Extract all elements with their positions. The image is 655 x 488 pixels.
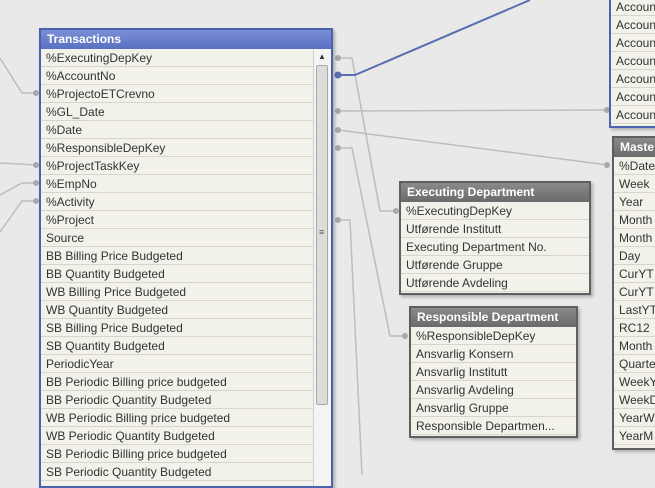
link-dot-active <box>334 71 342 79</box>
link-line <box>337 129 609 166</box>
field-row[interactable]: Accoun <box>611 34 655 52</box>
field-row[interactable]: BB Periodic Quantity Budgeted <box>41 391 314 409</box>
field-row[interactable]: Utførende Avdeling <box>401 274 589 292</box>
link-dot <box>402 333 408 339</box>
field-row[interactable]: Source <box>41 229 314 247</box>
field-row[interactable]: Accoun <box>611 0 655 16</box>
link-line-active <box>338 0 531 76</box>
field-row[interactable]: Executing Department No. <box>401 238 589 256</box>
link-line <box>338 219 363 475</box>
field-row[interactable]: SB Periodic Quantity Budgeted <box>41 463 314 481</box>
link-dot <box>335 217 341 223</box>
scroll-up-arrow-icon[interactable]: ▲ <box>314 49 330 65</box>
table-title[interactable]: Executing Department <box>401 183 589 202</box>
table-title[interactable]: Responsible Department <box>411 308 576 327</box>
field-row[interactable]: WeekY <box>614 373 655 391</box>
field-row[interactable]: CurYT <box>614 283 655 301</box>
master-calendar-table[interactable]: Maste %Date Week Year Month Month Day CurYT Cur… <box>612 136 655 450</box>
field-row[interactable]: YearM <box>614 427 655 445</box>
table-title[interactable]: Transactions <box>41 30 331 49</box>
field-row[interactable]: WB Periodic Quantity Budgeted <box>41 427 314 445</box>
field-row[interactable]: Month <box>614 337 655 355</box>
field-row[interactable]: YearW <box>614 409 655 427</box>
field-row[interactable]: %ResponsibleDepKey <box>411 327 576 345</box>
field-row[interactable]: Accoun <box>611 70 655 88</box>
table-title[interactable]: Maste <box>614 138 655 157</box>
link-line <box>338 147 406 337</box>
field-row[interactable]: Accoun <box>611 88 655 106</box>
account-table[interactable]: Accoun Accoun Accoun Accoun Accoun Accoun Acco… <box>609 0 655 128</box>
link-dot <box>335 127 341 133</box>
field-row[interactable]: %ProjectTaskKey <box>41 157 314 175</box>
responsible-department-table[interactable]: Responsible Department %ResponsibleDepKe… <box>409 306 578 438</box>
field-row[interactable]: Month <box>614 229 655 247</box>
field-list: %ExecutingDepKey %AccountNo %ProjectoETCre… <box>41 49 314 481</box>
transactions-table[interactable]: Transactions %ExecutingDepKey %AccountNo%… <box>39 28 333 488</box>
field-row[interactable]: SB Billing Price Budgeted <box>41 319 314 337</box>
field-row[interactable]: LastYT <box>614 301 655 319</box>
field-row[interactable]: SB Periodic Billing price budgeted <box>41 445 314 463</box>
field-row[interactable]: Ansvarlig Gruppe <box>411 399 576 417</box>
link-dot <box>335 108 341 114</box>
field-row[interactable]: Quarte <box>614 355 655 373</box>
field-list: Accoun Accoun Accoun Accoun Accoun Accoun Acco… <box>611 0 655 124</box>
link-line <box>337 109 609 112</box>
field-row[interactable]: %ProjectoETCrevno <box>41 85 314 103</box>
field-row[interactable]: %GL_Date <box>41 103 314 121</box>
executing-department-table[interactable]: Executing Department %ExecutingDepKey Utf… <box>399 181 591 295</box>
field-row[interactable]: WB Periodic Billing price budgeted <box>41 409 314 427</box>
field-row[interactable]: CurYT <box>614 265 655 283</box>
link-line <box>0 200 38 233</box>
field-row[interactable]: %Date <box>614 157 655 175</box>
field-row[interactable]: Accoun <box>611 52 655 70</box>
field-row[interactable]: Week <box>614 175 655 193</box>
field-row[interactable]: Accoun <box>611 106 655 124</box>
link-dot <box>335 145 341 151</box>
vertical-scrollbar[interactable]: ▲ ≡ <box>313 49 331 486</box>
field-row[interactable]: %Project <box>41 211 314 229</box>
field-row[interactable]: %ResponsibleDepKey <box>41 139 314 157</box>
field-list: %ExecutingDepKey Utførende Institutt Execu… <box>401 202 589 292</box>
field-row[interactable]: Ansvarlig Konsern <box>411 345 576 363</box>
grip-icon: ≡ <box>319 227 325 237</box>
link-dot <box>604 162 610 168</box>
field-row[interactable]: Accoun <box>611 16 655 34</box>
field-row[interactable]: %EmpNo <box>41 175 314 193</box>
field-row[interactable]: Responsible Departmen... <box>411 417 576 435</box>
field-row[interactable]: WB Billing Price Budgeted <box>41 283 314 301</box>
field-row[interactable]: %Date <box>41 121 314 139</box>
field-row[interactable]: %ExecutingDepKey <box>401 202 589 220</box>
scroll-thumb[interactable]: ≡ <box>316 65 328 405</box>
field-row[interactable]: SB Quantity Budgeted <box>41 337 314 355</box>
link-dot <box>335 55 341 61</box>
field-row[interactable]: PeriodicYear <box>41 355 314 373</box>
field-row[interactable]: Month <box>614 211 655 229</box>
field-row[interactable]: Utførende Institutt <box>401 220 589 238</box>
link-line <box>0 162 39 166</box>
field-row[interactable]: BB Billing Price Budgeted <box>41 247 314 265</box>
field-row[interactable]: %ExecutingDepKey <box>41 49 314 67</box>
field-row[interactable]: Year <box>614 193 655 211</box>
field-row[interactable]: %Activity <box>41 193 314 211</box>
field-row[interactable]: WeekD <box>614 391 655 409</box>
field-list: %Date Week Year Month Month Day CurYT CurYT Last… <box>614 157 655 445</box>
field-row[interactable]: RC12 <box>614 319 655 337</box>
field-row[interactable]: Ansvarlig Avdeling <box>411 381 576 399</box>
field-row[interactable]: BB Quantity Budgeted <box>41 265 314 283</box>
field-row[interactable]: BB Periodic Billing price budgeted <box>41 373 314 391</box>
field-row[interactable]: Ansvarlig Institutt <box>411 363 576 381</box>
field-row[interactable]: WB Quantity Budgeted <box>41 301 314 319</box>
link-line <box>0 182 38 196</box>
field-row[interactable]: %AccountNo <box>41 67 314 85</box>
link-line <box>0 57 38 94</box>
field-list: %ResponsibleDepKey Ansvarlig Konsern Ansva… <box>411 327 576 435</box>
field-row[interactable]: Utførende Gruppe <box>401 256 589 274</box>
field-row[interactable]: Day <box>614 247 655 265</box>
